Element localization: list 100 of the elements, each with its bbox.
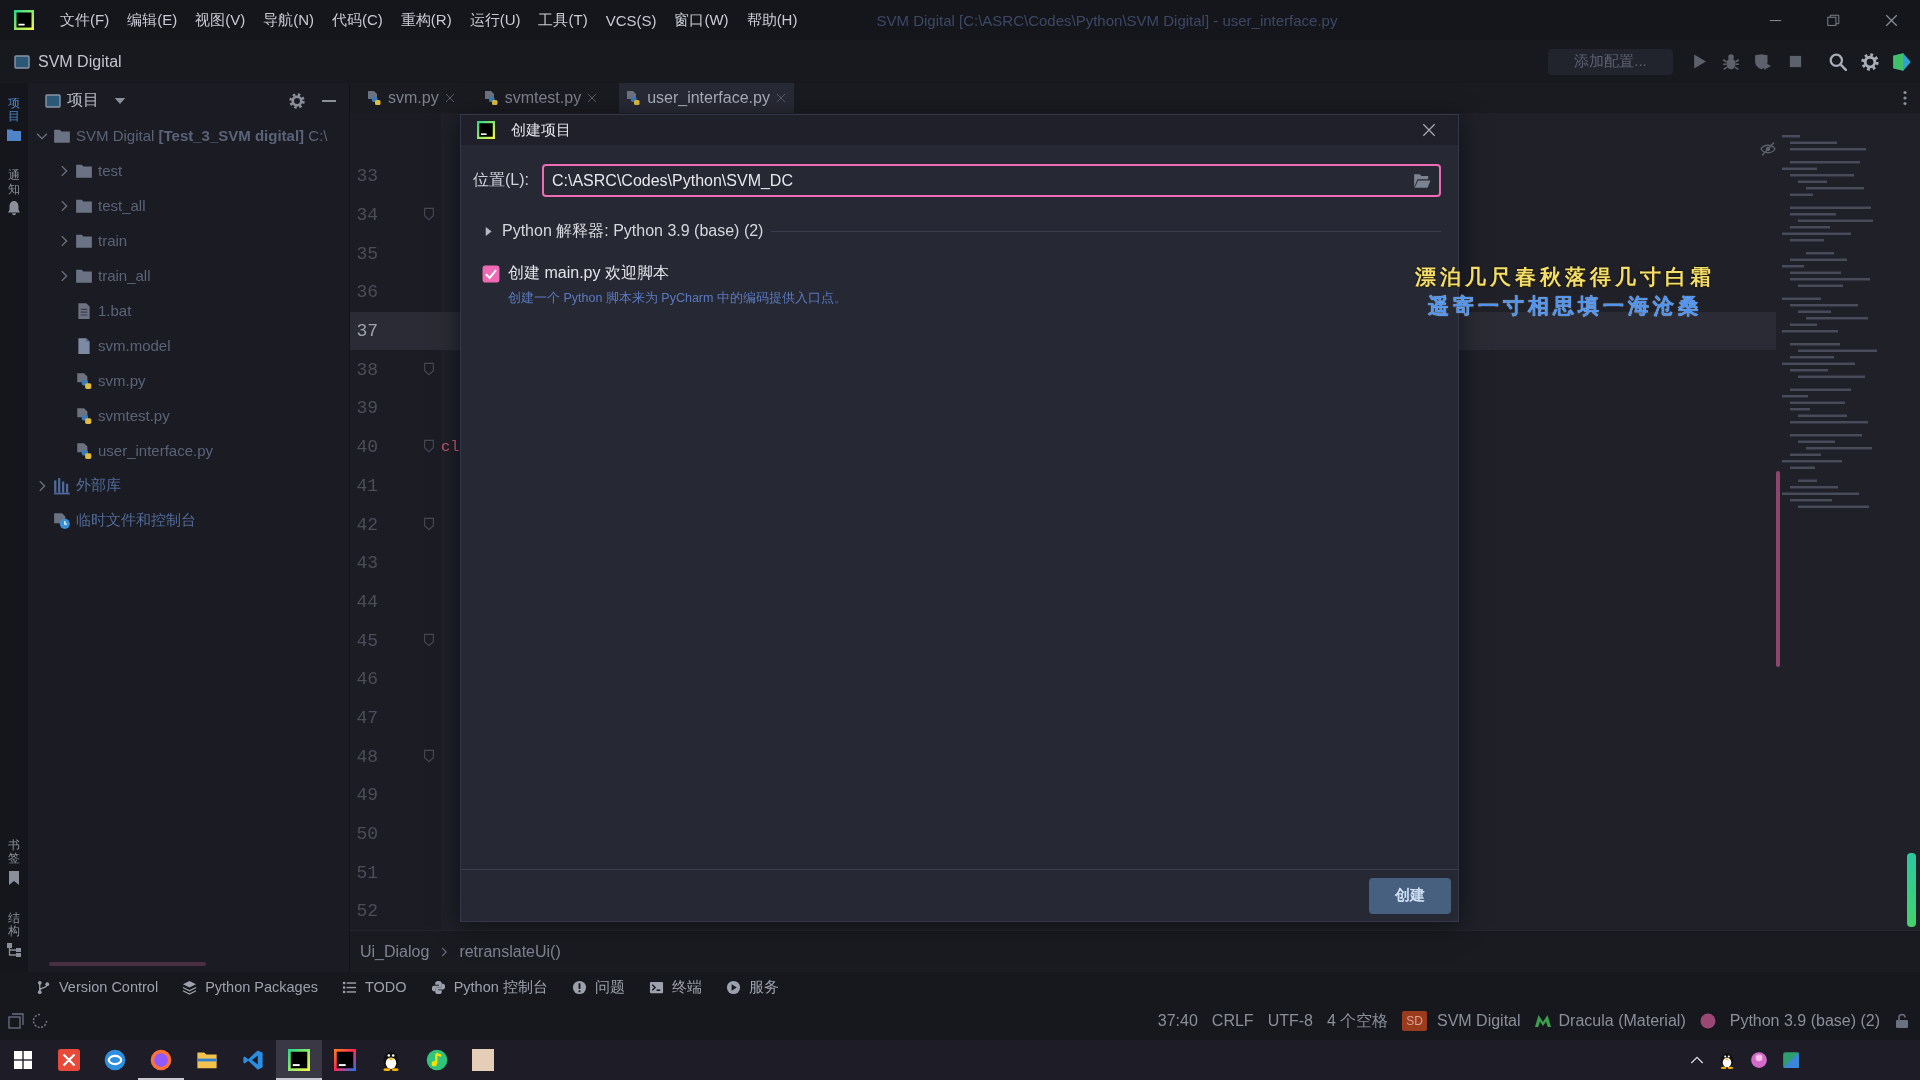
python-file-icon <box>366 90 382 106</box>
vertical-scrollbar[interactable] <box>1776 471 1780 667</box>
settings-icon[interactable] <box>1861 52 1879 71</box>
structure-icon <box>6 942 22 958</box>
tool-window-button[interactable]: Python 控制台 <box>430 977 548 997</box>
photo-placeholder <box>472 1049 494 1071</box>
bug-icon[interactable] <box>1722 52 1740 71</box>
editor-tab[interactable]: user_interface.py <box>619 83 794 113</box>
menu-item[interactable]: 文件(F) <box>51 7 119 33</box>
menu-item[interactable]: 视图(V) <box>186 7 255 33</box>
chevron-right-icon[interactable] <box>58 269 70 282</box>
editor-tab[interactable]: svm.py <box>360 83 463 113</box>
menu-item[interactable]: 工具(T) <box>529 7 597 33</box>
breadcrumb-item[interactable]: retranslateUi() <box>459 942 561 961</box>
interpreter-name[interactable]: Python 3.9 (base) (2) <box>1729 1012 1880 1030</box>
caret-position[interactable]: 37:40 <box>1157 1012 1198 1030</box>
menu-item[interactable]: 帮助(H) <box>737 7 807 33</box>
fold-marker-icon[interactable] <box>422 632 436 647</box>
orbit-logo-icon <box>104 1049 126 1071</box>
mountain-logo-icon <box>1534 1013 1551 1029</box>
python-file-icon <box>482 90 499 106</box>
layers-icon <box>182 979 198 995</box>
tool-window-button[interactable]: 终端 <box>648 977 702 997</box>
text-file-icon <box>75 301 93 320</box>
folder-open-icon[interactable] <box>1413 171 1431 190</box>
indent-setting[interactable]: 4 个空格 <box>1326 1010 1389 1032</box>
python-file-icon <box>625 90 642 106</box>
menu-item[interactable]: 代码(C) <box>323 7 392 33</box>
side-tab[interactable]: 结构 <box>6 911 22 958</box>
settings-icon[interactable] <box>289 92 305 109</box>
panel-title[interactable]: 项目 <box>67 90 99 111</box>
spinner-icon <box>32 1013 48 1029</box>
window-icon <box>14 53 30 70</box>
square-logo-icon <box>14 10 34 30</box>
branch-icon <box>36 979 51 995</box>
tool-window-button[interactable]: TODO <box>342 979 407 995</box>
menu-item[interactable]: 导航(N) <box>254 7 323 33</box>
bars-icon <box>53 476 71 495</box>
fold-marker-icon[interactable] <box>422 207 436 222</box>
windows-logo-icon[interactable] <box>14 1051 32 1069</box>
side-tab[interactable]: 通知 <box>6 169 22 216</box>
fold-marker-icon[interactable] <box>422 361 436 376</box>
penguin-icon[interactable] <box>1718 1051 1736 1069</box>
lyrics-line: 漂泊几尺春秋落得几寸白霜 <box>1415 263 1715 291</box>
side-tab[interactable]: 书签 <box>6 839 22 886</box>
location-field[interactable]: C:\ASRC\Codes\Python\SVM_DC <box>542 164 1441 197</box>
shield-play-icon[interactable] <box>1754 52 1772 71</box>
fold-marker-icon[interactable] <box>422 748 436 763</box>
tool-window-button[interactable]: 问题 <box>571 977 625 997</box>
project-name[interactable]: SVM Digital <box>38 52 122 71</box>
project-name[interactable]: SVM Digital <box>1437 1012 1521 1030</box>
chevron-right-icon[interactable] <box>36 479 48 492</box>
tool-window-button[interactable]: Version Control <box>36 979 159 995</box>
restore-icon[interactable] <box>1826 13 1840 27</box>
square-stack-icon[interactable] <box>8 1013 24 1029</box>
search-icon[interactable] <box>1829 52 1847 71</box>
chevron-right-icon[interactable] <box>58 234 70 247</box>
exclamation-circle-icon <box>571 979 587 995</box>
menu-item[interactable]: 编辑(E) <box>118 7 187 33</box>
close-icon[interactable] <box>1422 123 1436 137</box>
menu-item[interactable]: 运行(U) <box>460 7 530 33</box>
chevron-right-icon[interactable] <box>58 164 70 177</box>
tree-item[interactable]: 临时文件和控制台 <box>53 511 196 530</box>
tool-window-button[interactable]: Python Packages <box>182 979 318 995</box>
bookmark-icon <box>6 869 22 886</box>
python-file-icon <box>75 441 93 460</box>
file-encoding[interactable]: UTF-8 <box>1267 1012 1313 1030</box>
round-tray-icon[interactable] <box>1750 1051 1768 1069</box>
blade-logo-icon[interactable] <box>1892 51 1912 72</box>
menu-item[interactable]: 重构(R) <box>391 7 461 33</box>
fold-marker-icon[interactable] <box>422 516 436 531</box>
taskbar-button[interactable] <box>276 1040 322 1080</box>
side-tab[interactable]: 项目 <box>6 97 22 144</box>
dialog-title: 创建项目 <box>511 120 571 140</box>
fold-marker-icon[interactable] <box>422 439 436 454</box>
checkbox-label[interactable]: 创建 main.py 欢迎脚本 <box>508 263 669 284</box>
tool-window-button[interactable]: 服务 <box>725 977 779 997</box>
breadcrumb-item[interactable]: Ui_Dialog <box>360 942 430 961</box>
close-icon[interactable] <box>1884 13 1898 27</box>
lock-icon[interactable] <box>1894 1013 1910 1029</box>
hint-text: 创建一个 Python 脚本来为 PyCharm 中的编码提供入口点。 <box>507 290 847 307</box>
tile-tray-icon[interactable] <box>1782 1051 1800 1069</box>
theme-name[interactable]: Dracula (Material) <box>1558 1012 1686 1030</box>
music-note-icon <box>426 1049 448 1071</box>
python-icon <box>430 979 446 995</box>
menu-item[interactable]: 窗口(W) <box>665 7 738 33</box>
editor-tab[interactable]: svmtest.py <box>476 83 606 113</box>
tree-item[interactable]: 外部库 <box>53 476 121 495</box>
square-logo-icon <box>288 1049 310 1071</box>
checkbox[interactable] <box>482 264 500 283</box>
horizontal-scrollbar[interactable] <box>49 962 206 966</box>
menu-item[interactable]: VCS(S) <box>596 7 666 33</box>
eye-slash-icon[interactable] <box>1760 141 1776 157</box>
chevron-right-icon[interactable] <box>58 199 70 212</box>
x-square-icon <box>58 1049 80 1071</box>
create-button[interactable]: 创建 <box>1369 877 1451 914</box>
interpreter-expander[interactable]: Python 解释器: Python 3.9 (base) (2) <box>473 220 764 242</box>
stop-icon[interactable] <box>1787 54 1803 69</box>
folder-icon <box>6 127 22 144</box>
line-separator[interactable]: CRLF <box>1211 1012 1254 1030</box>
